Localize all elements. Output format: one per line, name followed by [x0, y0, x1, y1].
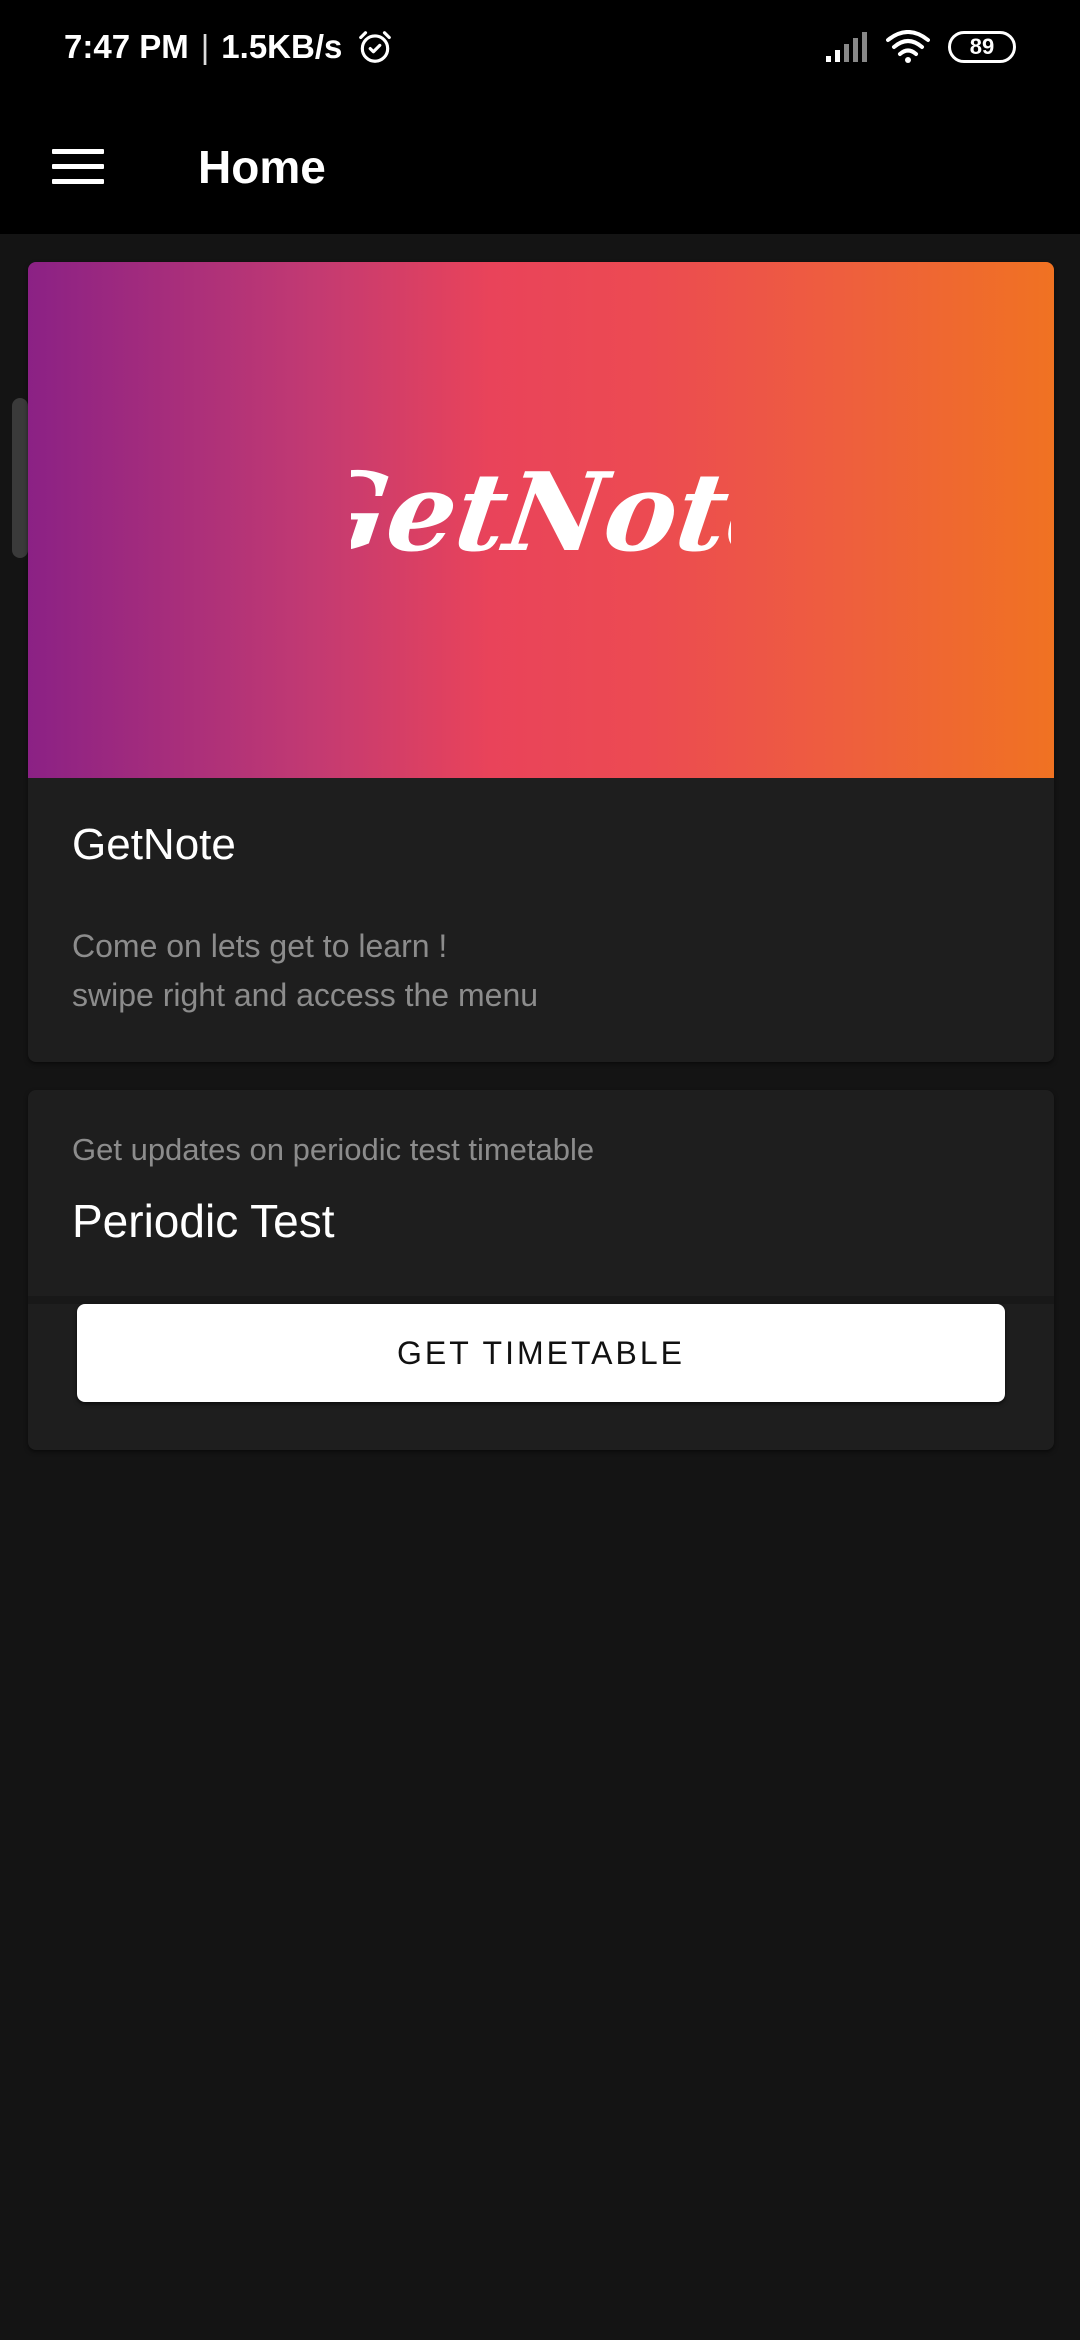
menu-button[interactable]	[40, 129, 116, 205]
network-speed: 1.5KB/s	[221, 28, 343, 65]
status-separator: |	[200, 28, 210, 65]
status-time: 7:47 PM	[64, 28, 189, 65]
periodic-subtitle: Get updates on periodic test timetable	[72, 1132, 595, 1167]
get-timetable-button[interactable]: GET TIMETABLE	[77, 1304, 1005, 1402]
status-bar: 7:47 PM | 1.5KB/s 89	[0, 0, 1080, 100]
card-title: GetNote	[72, 820, 236, 869]
page-title: Home	[198, 141, 326, 193]
periodic-test-card: Get updates on periodic test timetable P…	[28, 1090, 1054, 1450]
status-right: 89	[826, 30, 1016, 64]
alarm-icon	[359, 31, 392, 63]
app-bar: Home	[0, 100, 1080, 234]
hamburger-menu-icon	[52, 149, 104, 185]
signal-icon	[826, 32, 867, 62]
getnote-logo: GetNote	[351, 448, 731, 575]
battery-icon: 89	[948, 31, 1016, 63]
card-description: Come on lets get to learn ! swipe right …	[72, 928, 539, 1013]
card-divider	[28, 1296, 1054, 1304]
hero-banner: GetNote	[28, 262, 1054, 778]
battery-level: 89	[969, 34, 995, 59]
status-left: 7:47 PM | 1.5KB/s	[64, 28, 394, 66]
periodic-title: Periodic Test	[72, 1195, 335, 1247]
scroll-handle[interactable]	[12, 398, 28, 558]
getnote-card: GetNote GetNote Come on lets get to lear…	[28, 262, 1054, 1062]
svg-text:GetNote: GetNote	[351, 448, 731, 575]
wifi-icon	[886, 30, 930, 63]
